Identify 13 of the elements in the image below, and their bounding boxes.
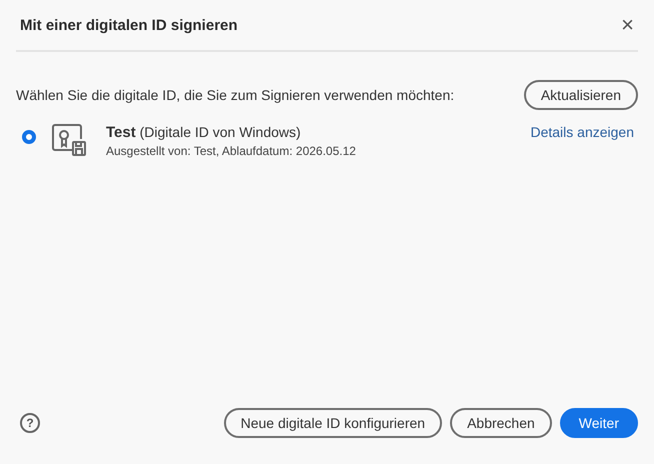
details-link[interactable]: Details anzeigen [530, 124, 634, 140]
configure-button[interactable]: Neue digitale ID konfigurieren [224, 408, 442, 438]
radio-button[interactable] [22, 130, 36, 144]
window-title: Mit einer digitalen ID signieren [20, 16, 238, 34]
help-icon[interactable]: ? [20, 413, 40, 433]
issuer-text: Ausgestellt von: Test, Ablaufdatum: 2026.05.12 [106, 144, 357, 158]
continue-button[interactable]: Weiter [560, 408, 638, 438]
instruction-text: Wählen Sie die digitale ID, die Sie zum Signieren verwenden möchten: [16, 87, 454, 103]
cancel-button[interactable]: Abbrechen [450, 408, 552, 438]
id-name: Test (Digitale ID von Windows) [106, 124, 302, 141]
close-icon[interactable]: × [617, 14, 638, 36]
refresh-button[interactable]: Aktualisieren [524, 80, 638, 110]
certificate-icon [52, 124, 86, 156]
